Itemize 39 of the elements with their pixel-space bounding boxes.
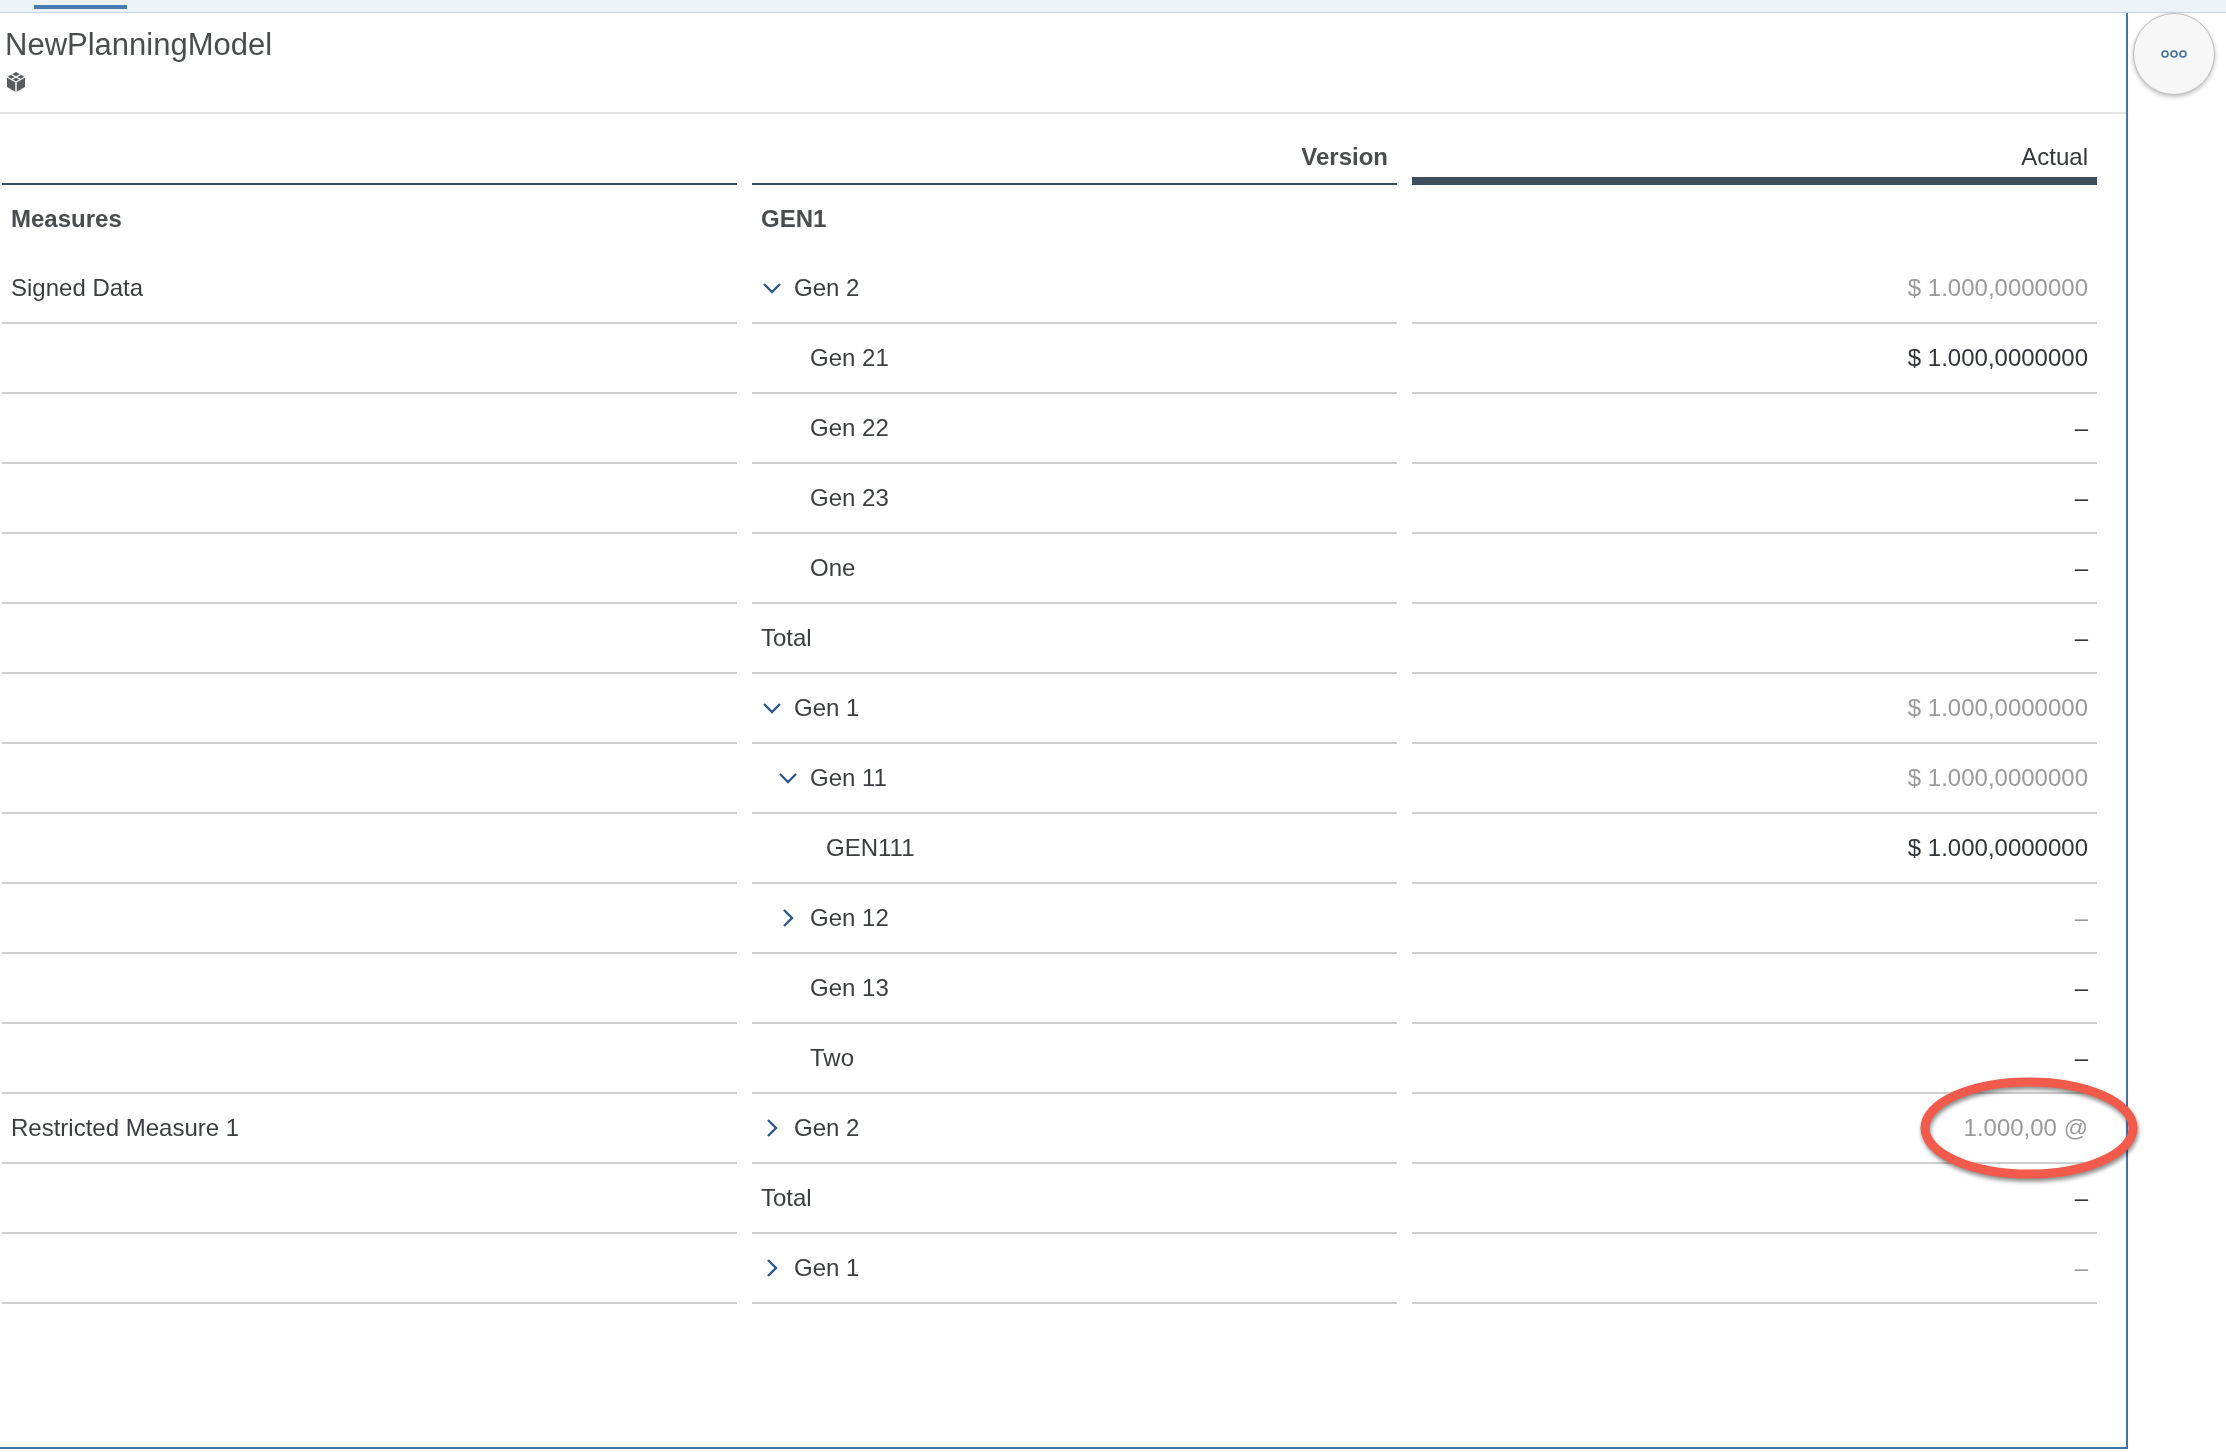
table-value: – [2074,414,2088,442]
table-value: 1.000,00 @ [1963,1114,2088,1142]
column-header: Version [752,114,1397,185]
table-value: – [2074,974,2088,1002]
member-label: Total [761,624,812,652]
member-label[interactable]: Gen 11 [810,764,887,792]
table-value: – [2074,1184,2088,1212]
table-value: $ 1.000,0000000 [1907,834,2088,862]
column-header: GEN1 [760,204,828,234]
table-value: $ 1.000,0000000 [1907,764,2088,792]
member-label[interactable]: Gen 2 [794,274,860,302]
table-value: – [2074,624,2088,652]
table-value: $ 1.000,0000000 [1907,694,2088,722]
member-label: Gen 23 [810,484,889,512]
member-label: One [810,554,856,582]
member-label[interactable]: Gen 12 [810,904,889,932]
member-label: Gen 13 [810,974,889,1002]
table-value: $ 1.000,0000000 [1907,344,2088,372]
member-label[interactable]: Gen 1 [794,1254,860,1282]
column-header: Actual [1412,114,2097,185]
member-label: Gen 22 [810,414,889,442]
member-label: GEN111 [826,834,915,862]
table-value: – [2074,1254,2088,1282]
table-value: – [2074,484,2088,512]
member-label: Gen 21 [810,344,889,372]
table-value: – [2074,904,2088,932]
member-label[interactable]: Gen 2 [794,1114,860,1142]
member-label: Two [810,1044,854,1072]
member-label[interactable]: Gen 1 [794,694,860,722]
measure-name: Signed Data [2,254,737,324]
row-header: Measures [10,204,123,234]
table-value: – [2074,554,2088,582]
table-value: $ 1.000,0000000 [1907,274,2088,302]
member-label: Total [761,1184,812,1212]
measure-name: Restricted Measure 1 [2,1094,737,1164]
cube-icon [5,71,27,93]
widget-title: NewPlanningModel [5,26,273,64]
more-icon [2161,49,2187,59]
table-value: – [2074,1044,2088,1072]
